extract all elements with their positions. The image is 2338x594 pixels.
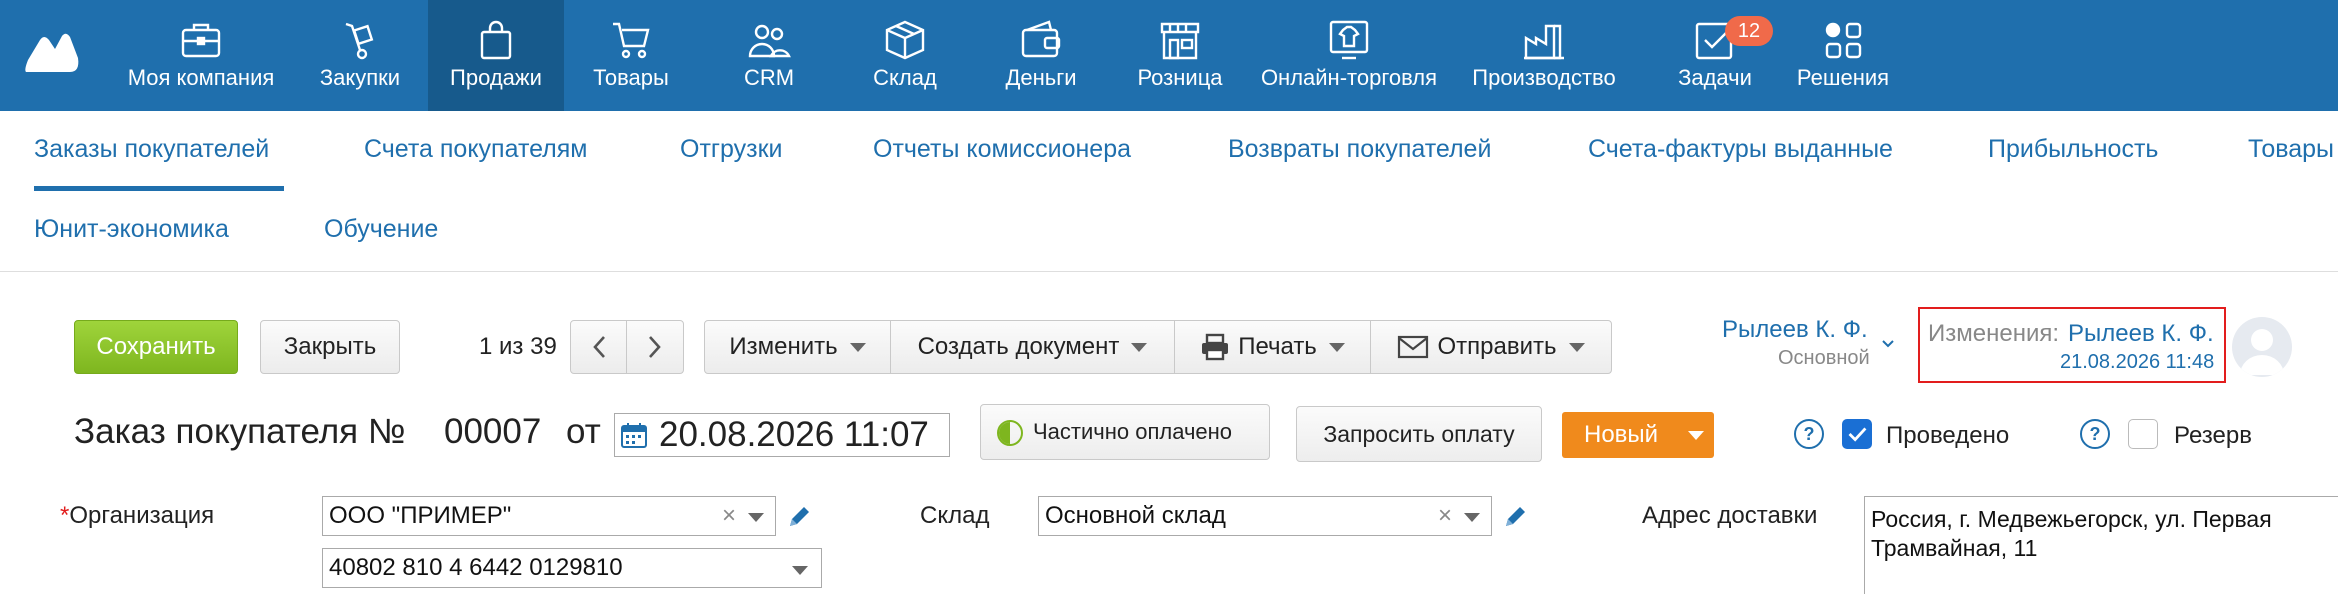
next-record-button[interactable] (627, 321, 683, 373)
clear-warehouse-icon[interactable]: × (1438, 502, 1452, 530)
nav-item-production[interactable]: Производство (1464, 0, 1624, 111)
chevron-down-icon[interactable] (792, 566, 808, 575)
change-menu-button[interactable]: Изменить (705, 321, 891, 373)
changes-date: 21.08.2026 11:48 (2060, 351, 2215, 373)
nav-item-products[interactable]: Товары (576, 0, 686, 111)
subnav-invoices-issued[interactable]: Счета-фактуры выданные (1588, 135, 1893, 164)
bank-account-field[interactable]: 40802 810 4 6442 0129810 (322, 548, 822, 588)
nav-item-tasks[interactable]: 12 Задачи (1660, 0, 1773, 111)
online-shop-icon (1327, 18, 1371, 62)
task-check-icon: 12 (1693, 16, 1773, 62)
owner-role: Основной (1778, 347, 1870, 369)
changes-label: Изменения: (1928, 320, 2060, 347)
avatar[interactable] (2232, 317, 2292, 377)
section-divider (0, 271, 2338, 272)
changes-user-link[interactable]: Рылеев К. Ф. (2068, 320, 2214, 348)
chevron-down-icon (1568, 342, 1585, 352)
chevron-left-icon (592, 336, 605, 358)
people-icon (747, 18, 791, 62)
order-date-field[interactable]: 20.08.2026 11:07 (614, 413, 950, 457)
printer-icon (1202, 333, 1229, 361)
top-navigation: Моя компания Закупки Продажи Товары CRM … (0, 0, 2338, 111)
subnav-customer-invoices[interactable]: Счета покупателям (364, 135, 588, 164)
reserve-help-icon[interactable]: ? (2080, 419, 2110, 449)
clear-organization-icon[interactable]: × (722, 502, 736, 530)
subnav-unit-economics[interactable]: Юнит-экономика (34, 215, 229, 244)
request-payment-button[interactable]: Запросить оплату (1296, 406, 1542, 462)
delivery-address-label: Адрес доставки (1642, 502, 1818, 529)
envelope-icon (1398, 335, 1429, 359)
factory-icon (1522, 18, 1566, 62)
posted-help-icon[interactable]: ? (1794, 419, 1824, 449)
delivery-address-field[interactable]: Россия, г. Медвежьегорск, ул. Первая Тра… (1864, 496, 2338, 594)
shopping-bag-icon (474, 18, 518, 62)
chevron-down-icon (1328, 342, 1345, 352)
prev-record-button[interactable] (571, 321, 627, 373)
order-date-prefix: от (566, 412, 601, 451)
user-silhouette-icon (2240, 329, 2284, 375)
create-document-menu-button[interactable]: Создать документ (891, 321, 1175, 373)
subnav-commissioner-reports[interactable]: Отчеты комиссионера (873, 135, 1131, 164)
reserve-checkbox[interactable] (2128, 419, 2158, 449)
active-tab-indicator (34, 186, 284, 191)
apps-grid-icon (1821, 18, 1865, 62)
organization-label: *Организация (60, 502, 215, 529)
nav-item-warehouse[interactable]: Склад (850, 0, 960, 111)
half-circle-icon (997, 420, 1023, 446)
app-logo-icon[interactable] (22, 30, 80, 74)
chevron-right-icon (649, 336, 661, 358)
wallet-icon (1019, 18, 1063, 62)
order-number[interactable]: 00007 (444, 412, 541, 452)
subnav-shipments[interactable]: Отгрузки (680, 135, 783, 164)
reserve-label: Резерв (2174, 422, 2252, 449)
nav-item-solutions[interactable]: Решения (1788, 0, 1898, 111)
chevron-down-icon[interactable] (748, 513, 764, 522)
print-menu-button[interactable]: Печать (1175, 321, 1371, 373)
nav-item-my-company[interactable]: Моя компания (116, 0, 286, 111)
nav-item-crm[interactable]: CRM (714, 0, 824, 111)
subnav-customer-orders[interactable]: Заказы покупателей (34, 135, 269, 164)
subnav-customer-returns[interactable]: Возвраты покупателей (1228, 135, 1491, 164)
payment-status-button[interactable]: Частично оплачено (980, 404, 1270, 460)
cart-icon (609, 18, 653, 62)
nav-item-online-trade[interactable]: Онлайн-торговля (1254, 0, 1444, 111)
subnav-products[interactable]: Товары (2248, 135, 2334, 164)
nav-item-retail[interactable]: Розница (1120, 0, 1240, 111)
actions-button-group: Изменить Создать документ Печать Отправи… (704, 320, 1612, 374)
chevron-down-icon[interactable] (1882, 340, 1894, 348)
posted-checkbox[interactable] (1842, 419, 1872, 449)
chevron-down-icon[interactable] (1464, 513, 1480, 522)
box-icon (883, 18, 927, 62)
order-status-dropdown[interactable]: Новый (1562, 412, 1714, 458)
store-icon (1158, 18, 1202, 62)
nav-item-sales[interactable]: Продажи (428, 0, 564, 111)
pencil-icon[interactable] (786, 504, 812, 530)
send-menu-button[interactable]: Отправить (1371, 321, 1611, 373)
pager-position: 1 из 39 (479, 333, 557, 360)
owner-name[interactable]: Рылеев К. Ф. (1722, 316, 1868, 344)
tasks-count-badge: 12 (1725, 16, 1773, 46)
close-button[interactable]: Закрыть (260, 320, 400, 374)
required-marker: * (60, 502, 70, 529)
hand-truck-icon (338, 18, 382, 62)
chevron-down-icon (849, 342, 866, 352)
posted-label: Проведено (1886, 422, 2010, 449)
warehouse-field[interactable]: Основной склад (1038, 496, 1492, 536)
checkmark-icon (1848, 427, 1867, 442)
pager-buttons (570, 320, 684, 374)
page-title: Заказ покупателя № (74, 412, 406, 451)
nav-item-money[interactable]: Деньги (986, 0, 1096, 111)
calendar-icon[interactable] (621, 422, 647, 448)
warehouse-label: Склад (920, 502, 990, 529)
pencil-icon[interactable] (1502, 504, 1528, 530)
chevron-down-icon (1688, 430, 1705, 440)
subnav-training[interactable]: Обучение (324, 215, 438, 244)
subnav-profitability[interactable]: Прибыльность (1988, 135, 2158, 164)
chevron-down-icon (1131, 342, 1148, 352)
nav-item-purchases[interactable]: Закупки (300, 0, 420, 111)
save-button[interactable]: Сохранить (74, 320, 238, 374)
briefcase-icon (179, 18, 223, 62)
organization-field[interactable]: ООО "ПРИМЕР" (322, 496, 776, 536)
